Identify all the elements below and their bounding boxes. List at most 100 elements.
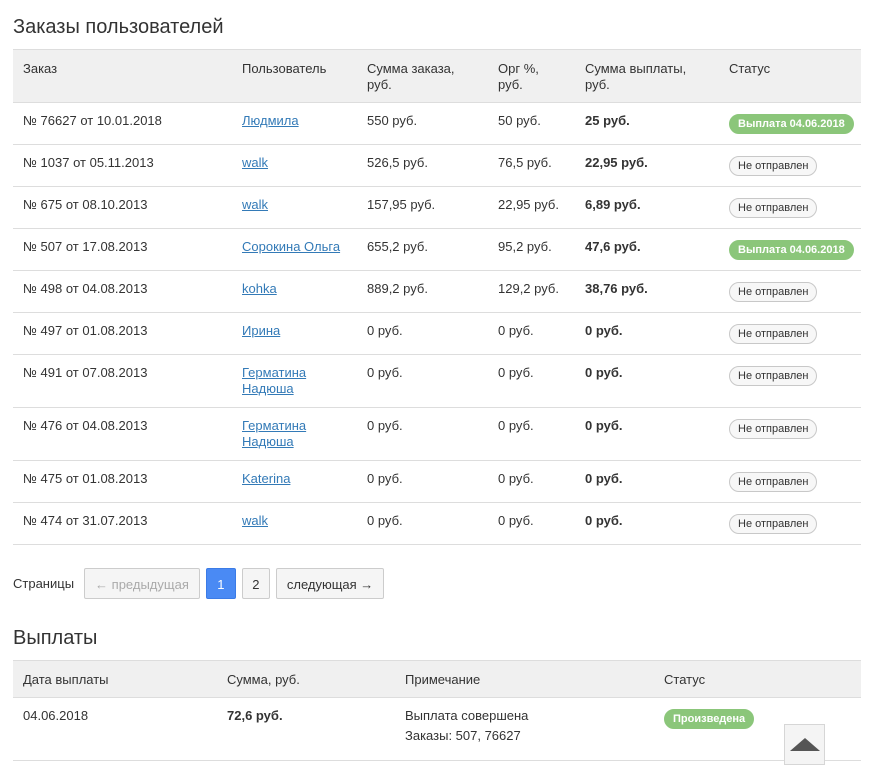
orders-header-row: Заказ Пользователь Сумма заказа, руб. Ор… [13, 49, 861, 103]
user-link[interactable]: Герматина Надюша [242, 418, 306, 449]
col-payout-sum: Сумма выплаты, руб. [575, 49, 719, 103]
payments-title: Выплаты [13, 627, 98, 649]
user-cell: Ирина [232, 312, 357, 355]
payout-cell: 47,6 руб. [575, 228, 719, 271]
order-cell: № 491 от 07.08.2013 [13, 354, 232, 408]
status-cell: Не отправлен [719, 502, 861, 545]
status-badge: Не отправлен [729, 472, 818, 492]
user-link[interactable]: walk [242, 197, 268, 212]
order-cell: № 475 от 01.08.2013 [13, 460, 232, 503]
col-order-sum: Сумма заказа, руб. [357, 49, 488, 103]
status-badge: Не отправлен [729, 156, 818, 176]
user-link[interactable]: walk [242, 513, 268, 528]
col-payment-note: Примечание [395, 660, 654, 698]
status-badge: Не отправлен [729, 324, 818, 344]
col-order: Заказ [13, 49, 232, 103]
status-badge: Не отправлен [729, 366, 818, 386]
sum-cell: 0 руб. [357, 460, 488, 503]
user-cell: Сорокина Ольга [232, 228, 357, 271]
payments-header-row: Дата выплаты Сумма, руб. Примечание Стат… [13, 660, 861, 698]
org-cell: 0 руб. [488, 460, 575, 503]
page-2-button[interactable]: 2 [241, 568, 270, 599]
payout-cell: 0 руб. [575, 354, 719, 408]
pagination: Страницы ← предыдущая 1 2 следующая → [13, 567, 390, 600]
sum-cell: 157,95 руб. [357, 186, 488, 229]
prev-page-button[interactable]: ← предыдущая [84, 568, 200, 599]
order-cell: № 474 от 31.07.2013 [13, 502, 232, 545]
scroll-to-top-button[interactable] [784, 724, 825, 765]
table-row: № 491 от 07.08.2013 Герматина Надюша 0 р… [13, 354, 861, 408]
user-link[interactable]: Людмила [242, 113, 299, 128]
col-payment-status: Статус [654, 660, 861, 698]
status-badge: Выплата 04.06.2018 [729, 114, 854, 134]
status-cell: Не отправлен [719, 270, 861, 313]
status-cell: Не отправлен [719, 407, 861, 461]
user-link[interactable]: Сорокина Ольга [242, 239, 340, 254]
orders-title: Заказы пользователей [13, 16, 224, 38]
col-payment-amount: Сумма, руб. [217, 660, 395, 698]
table-row: № 476 от 04.08.2013 Герматина Надюша 0 р… [13, 407, 861, 461]
status-cell: Не отправлен [719, 186, 861, 229]
page-1-button[interactable]: 1 [205, 568, 236, 599]
payout-cell: 6,89 руб. [575, 186, 719, 229]
user-cell: kohka [232, 270, 357, 313]
payout-cell: 38,76 руб. [575, 270, 719, 313]
status-cell: Выплата 04.06.2018 [719, 228, 861, 271]
sum-cell: 526,5 руб. [357, 144, 488, 187]
user-cell: Герматина Надюша [232, 354, 357, 408]
order-cell: № 1037 от 05.11.2013 [13, 144, 232, 187]
payment-status-cell: Произведена [654, 697, 861, 761]
status-badge: Не отправлен [729, 198, 818, 218]
org-cell: 50 руб. [488, 102, 575, 145]
table-row: № 475 от 01.08.2013 Katerina 0 руб. 0 ру… [13, 460, 861, 503]
user-link[interactable]: Ирина [242, 323, 280, 338]
payment-note-orders: Заказы: 507, 76627 [405, 728, 521, 743]
triangle-up-icon [789, 738, 820, 751]
status-badge: Не отправлен [729, 419, 818, 439]
user-link[interactable]: Katerina [242, 471, 290, 486]
user-cell: walk [232, 502, 357, 545]
table-row: № 507 от 17.08.2013 Сорокина Ольга 655,2… [13, 228, 861, 271]
user-cell: Katerina [232, 460, 357, 503]
payout-cell: 0 руб. [575, 460, 719, 503]
sum-cell: 0 руб. [357, 354, 488, 408]
pagination-label: Страницы [13, 576, 75, 591]
payment-note: Выплата совершена [405, 708, 529, 723]
order-cell: № 507 от 17.08.2013 [13, 228, 232, 271]
user-cell: Герматина Надюша [232, 407, 357, 461]
table-row: № 497 от 01.08.2013 Ирина 0 руб. 0 руб. … [13, 312, 861, 355]
org-cell: 22,95 руб. [488, 186, 575, 229]
user-cell: walk [232, 186, 357, 229]
sum-cell: 550 руб. [357, 102, 488, 145]
payment-date-cell: 04.06.2018 [13, 697, 217, 761]
user-link[interactable]: walk [242, 155, 268, 170]
org-cell: 76,5 руб. [488, 144, 575, 187]
status-cell: Не отправлен [719, 312, 861, 355]
order-cell: № 497 от 01.08.2013 [13, 312, 232, 355]
status-badge: Не отправлен [729, 282, 818, 302]
table-row: № 1037 от 05.11.2013 walk 526,5 руб. 76,… [13, 144, 861, 187]
user-link[interactable]: Герматина Надюша [242, 365, 306, 396]
status-badge: Не отправлен [729, 514, 818, 534]
org-cell: 0 руб. [488, 354, 575, 408]
status-cell: Выплата 04.06.2018 [719, 102, 861, 145]
order-cell: № 476 от 04.08.2013 [13, 407, 232, 461]
order-cell: № 498 от 04.08.2013 [13, 270, 232, 313]
user-cell: Людмила [232, 102, 357, 145]
next-page-button[interactable]: следующая → [275, 568, 385, 599]
org-cell: 129,2 руб. [488, 270, 575, 313]
user-cell: walk [232, 144, 357, 187]
orders-table: Заказ Пользователь Сумма заказа, руб. Ор… [13, 49, 861, 545]
payout-cell: 22,95 руб. [575, 144, 719, 187]
user-link[interactable]: kohka [242, 281, 277, 296]
col-status: Статус [719, 49, 861, 103]
status-badge: Выплата 04.06.2018 [729, 240, 854, 260]
table-row: № 474 от 31.07.2013 walk 0 руб. 0 руб. 0… [13, 502, 861, 545]
org-cell: 95,2 руб. [488, 228, 575, 271]
sum-cell: 889,2 руб. [357, 270, 488, 313]
payments-table: Дата выплаты Сумма, руб. Примечание Стат… [13, 660, 861, 761]
table-row: № 76627 от 10.01.2018 Людмила 550 руб. 5… [13, 102, 861, 145]
payout-cell: 25 руб. [575, 102, 719, 145]
table-row: 04.06.2018 72,6 руб. Выплата совершена З… [13, 697, 861, 761]
order-cell: № 76627 от 10.01.2018 [13, 102, 232, 145]
